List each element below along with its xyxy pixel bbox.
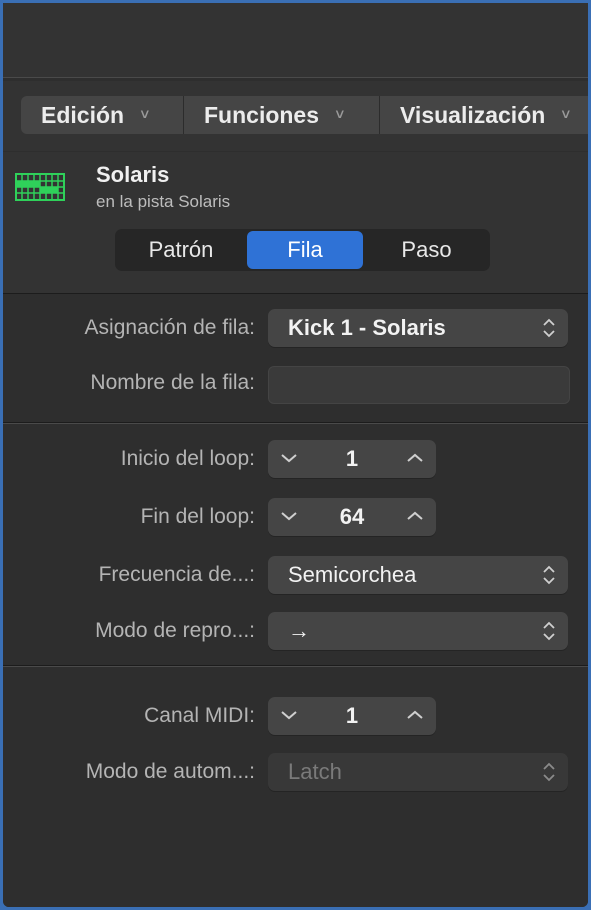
chevron-down-icon: ∨ bbox=[333, 106, 346, 121]
chevron-up-icon[interactable] bbox=[406, 451, 424, 465]
up-down-chevron-icon bbox=[543, 565, 555, 585]
step-sequencer-grid-icon bbox=[15, 173, 65, 201]
mode-segmented-control: Patrón Fila Paso bbox=[115, 229, 490, 271]
divider bbox=[3, 77, 588, 78]
row-name-field[interactable] bbox=[268, 366, 570, 404]
up-down-chevron-icon bbox=[543, 318, 555, 338]
chevron-up-icon[interactable] bbox=[406, 509, 424, 523]
loop-section: Inicio del loop: 1 Fin del loop: 64 Frec… bbox=[3, 424, 588, 665]
menu-group: Edición ∨ Funciones ∨ Visualización ∨ bbox=[21, 96, 588, 134]
automation-label: Modo de autom...: bbox=[85, 760, 255, 783]
loop-end-row: Fin del loop: 64 bbox=[3, 496, 588, 538]
row-name-label: Nombre de la fila: bbox=[90, 371, 255, 394]
rate-popup[interactable]: Semicorchea bbox=[268, 556, 568, 594]
loop-start-label: Inicio del loop: bbox=[120, 447, 255, 470]
chevron-down-icon: ∨ bbox=[559, 106, 573, 121]
playmode-row: Modo de repro...: → bbox=[3, 610, 588, 652]
loop-start-row: Inicio del loop: 1 bbox=[3, 438, 588, 480]
midi-channel-stepper[interactable]: 1 bbox=[268, 697, 436, 735]
row-section: Asignación de fila: Kick 1 - Solaris Nom… bbox=[3, 294, 588, 422]
menu-label: Funciones bbox=[204, 101, 320, 128]
automation-value: Latch bbox=[288, 759, 342, 784]
tab-patron[interactable]: Patrón bbox=[115, 231, 247, 269]
row-name-row: Nombre de la fila: bbox=[3, 362, 588, 404]
menu-label: Visualización bbox=[400, 101, 546, 128]
rate-label: Frecuencia de...: bbox=[98, 563, 255, 586]
loop-start-stepper[interactable]: 1 bbox=[268, 440, 436, 478]
midi-channel-row: Canal MIDI: 1 bbox=[3, 695, 588, 737]
rate-row: Frecuencia de...: Semicorchea bbox=[3, 554, 588, 596]
up-down-chevron-icon bbox=[543, 621, 555, 641]
rate-value: Semicorchea bbox=[288, 562, 417, 587]
loop-end-stepper[interactable]: 64 bbox=[268, 498, 436, 536]
loop-end-label: Fin del loop: bbox=[140, 505, 255, 528]
midi-channel-label: Canal MIDI: bbox=[144, 704, 255, 727]
menu-visualizacion[interactable]: Visualización ∨ bbox=[380, 96, 588, 134]
up-down-chevron-icon bbox=[543, 762, 555, 782]
midi-section: Canal MIDI: 1 Modo de autom...: Latch bbox=[3, 667, 588, 907]
playmode-popup[interactable]: → bbox=[268, 612, 568, 650]
automation-row: Modo de autom...: Latch bbox=[3, 751, 588, 793]
menu-bar: Edición ∨ Funciones ∨ Visualización ∨ bbox=[3, 81, 588, 151]
menu-label: Edición bbox=[41, 101, 125, 128]
chevron-down-icon: ∨ bbox=[138, 106, 152, 121]
tab-paso[interactable]: Paso bbox=[363, 231, 490, 269]
tab-fila[interactable]: Fila bbox=[247, 231, 363, 269]
region-header: Solaris en la pista Solaris Patrón Fila … bbox=[3, 152, 588, 293]
title-bar bbox=[3, 3, 588, 77]
playmode-value: → bbox=[288, 618, 310, 643]
row-assignment-label: Asignación de fila: bbox=[84, 316, 255, 339]
inspector-window: Edición ∨ Funciones ∨ Visualización ∨ So… bbox=[3, 3, 588, 907]
row-assignment-popup[interactable]: Kick 1 - Solaris bbox=[268, 309, 568, 347]
automation-popup[interactable]: Latch bbox=[268, 753, 568, 791]
region-name: Solaris bbox=[96, 162, 170, 187]
row-assignment-value: Kick 1 - Solaris bbox=[288, 315, 446, 340]
menu-edicion[interactable]: Edición ∨ bbox=[21, 96, 184, 134]
row-assignment-row: Asignación de fila: Kick 1 - Solaris bbox=[3, 307, 588, 349]
region-track: en la pista Solaris bbox=[96, 192, 231, 211]
chevron-up-icon[interactable] bbox=[406, 708, 424, 722]
menu-funciones[interactable]: Funciones ∨ bbox=[184, 96, 380, 134]
playmode-label: Modo de repro...: bbox=[95, 619, 255, 642]
